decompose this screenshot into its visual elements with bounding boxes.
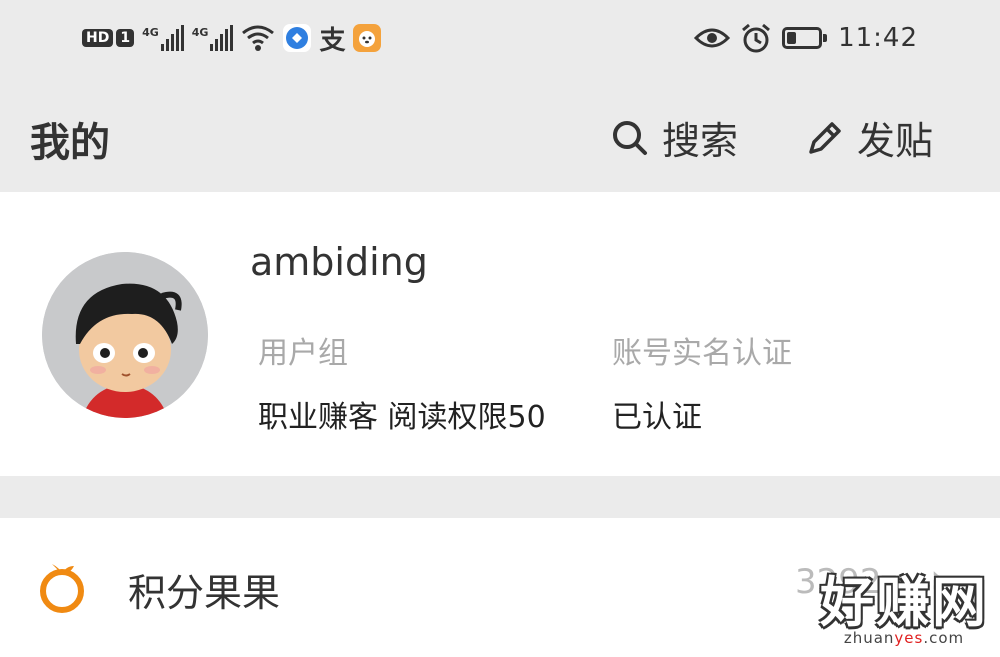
watermark-url-highlight: yes — [894, 629, 924, 647]
section-divider — [0, 476, 1000, 518]
watermark-logo: 好赚网 zhuanyes.com — [820, 571, 988, 648]
top-header: 我的 搜索 发贴 — [0, 78, 1000, 192]
browser-app-icon — [283, 24, 312, 52]
eye-icon — [694, 28, 731, 48]
watermark-url-suffix: .com — [923, 629, 965, 647]
username: ambiding — [250, 240, 428, 284]
wifi-icon — [242, 25, 275, 51]
watermark-url: zhuanyes.com — [820, 629, 988, 647]
battery-icon — [782, 27, 828, 49]
post-label: 发贴 — [857, 119, 934, 163]
signal-icon-1: 4G — [142, 25, 184, 51]
avatar[interactable] — [42, 252, 208, 418]
post-button[interactable]: 发贴 — [805, 110, 933, 165]
search-label: 搜索 — [662, 119, 739, 163]
hd-badge: HD 1 — [82, 29, 135, 47]
clock-text: 11:42 — [838, 23, 918, 53]
user-group-value: 职业赚客 阅读权限50 — [258, 400, 546, 435]
network-type-1: 4G — [142, 26, 159, 39]
hd-text: HD — [82, 29, 114, 47]
watermark-url-prefix: zhuan — [843, 629, 895, 647]
user-group-label: 用户组 — [258, 336, 348, 371]
cartoon-avatar-image — [42, 252, 208, 418]
alarm-icon — [742, 23, 771, 53]
pencil-icon — [809, 121, 841, 154]
orange-fruit-icon — [40, 564, 84, 613]
dog-app-icon — [353, 24, 382, 52]
verification-label: 账号实名认证 — [612, 336, 792, 371]
sim-text: 1 — [116, 29, 135, 47]
points-label: 积分果果 — [128, 571, 281, 615]
watermark-main: 好赚网 — [820, 571, 988, 634]
status-left: HD 1 4G 4G 支 — [82, 18, 382, 58]
status-bar: HD 1 4G 4G 支 11:42 — [0, 0, 1000, 78]
search-icon — [613, 120, 647, 155]
page-title: 我的 — [30, 120, 110, 166]
profile-card[interactable]: ambiding 用户组 职业赚客 阅读权限50 账号实名认证 已认证 — [0, 192, 1000, 476]
status-right: 11:42 — [694, 18, 918, 58]
signal-icon-2: 4G — [192, 25, 234, 51]
network-type-2: 4G — [191, 26, 209, 39]
verification-value: 已认证 — [612, 400, 702, 435]
alipay-icon: 支 — [319, 25, 346, 56]
search-button[interactable]: 搜索 — [610, 110, 738, 165]
